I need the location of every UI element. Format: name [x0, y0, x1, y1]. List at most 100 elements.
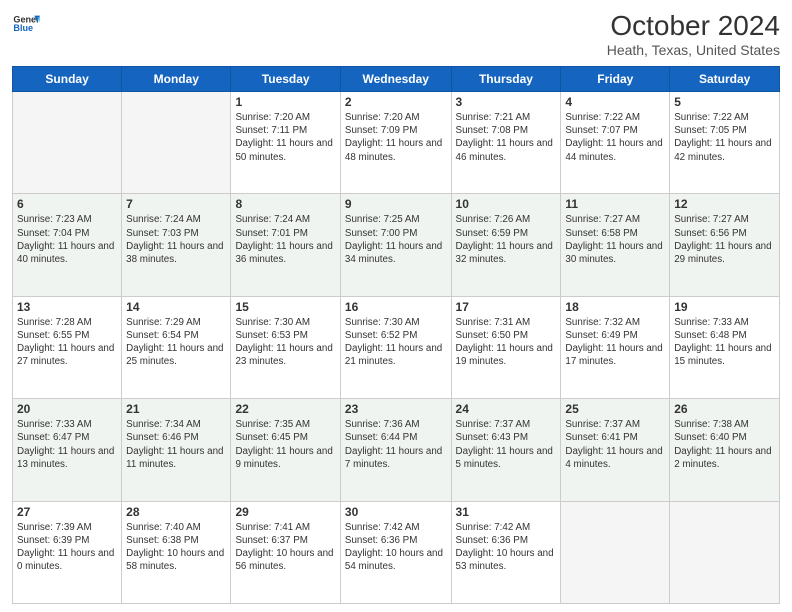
calendar-cell [122, 92, 231, 194]
day-number: 3 [456, 95, 557, 109]
day-info: Sunrise: 7:30 AMSunset: 6:52 PMDaylight:… [345, 316, 447, 369]
col-header-saturday: Saturday [670, 67, 780, 92]
calendar-cell: 10 Sunrise: 7:26 AMSunset: 6:59 PMDayligh… [451, 194, 561, 296]
day-number: 15 [235, 300, 335, 314]
day-info: Sunrise: 7:36 AMSunset: 6:44 PMDaylight:… [345, 418, 447, 471]
day-info: Sunrise: 7:41 AMSunset: 6:37 PMDaylight:… [235, 521, 335, 574]
day-info: Sunrise: 7:20 AMSunset: 7:09 PMDaylight:… [345, 111, 447, 164]
calendar-cell: 21Sunrise: 7:34 AMSunset: 6:46 PMDayligh… [122, 399, 231, 501]
day-info: Sunrise: 7:24 AMSunset: 7:01 PMDaylight:… [235, 213, 335, 266]
day-info: Sunrise: 7:37 AMSunset: 6:41 PMDaylight:… [565, 418, 665, 471]
calendar-cell: 12Sunrise: 7:27 AMSunset: 6:56 PMDayligh… [670, 194, 780, 296]
day-number: 14 [126, 300, 226, 314]
day-info: Sunrise: 7:22 AMSunset: 7:05 PMDaylight:… [674, 111, 775, 164]
calendar-cell: 6 Sunrise: 7:23 AMSunset: 7:04 PMDaylight… [13, 194, 122, 296]
calendar-cell: 23 Sunrise: 7:36 AMSunset: 6:44 PMDayligh… [340, 399, 451, 501]
calendar-cell: 22Sunrise: 7:35 AMSunset: 6:45 PMDayligh… [231, 399, 340, 501]
calendar-cell: 18Sunrise: 7:32 AMSunset: 6:49 PMDayligh… [561, 296, 670, 398]
calendar-cell: 28 Sunrise: 7:40 AMSunset: 6:38 PMDayligh… [122, 501, 231, 603]
main-title: October 2024 [607, 10, 780, 42]
calendar-cell: 14 Sunrise: 7:29 AMSunset: 6:54 PMDayligh… [122, 296, 231, 398]
title-block: October 2024 Heath, Texas, United States [607, 10, 780, 58]
day-number: 8 [235, 197, 335, 211]
week-row-3: 13 Sunrise: 7:28 AMSunset: 6:55 PMDayligh… [13, 296, 780, 398]
day-number: 25 [565, 402, 665, 416]
calendar-cell: 3Sunrise: 7:21 AMSunset: 7:08 PMDaylight… [451, 92, 561, 194]
day-number: 5 [674, 95, 775, 109]
day-number: 9 [345, 197, 447, 211]
calendar-cell: 30 Sunrise: 7:42 AMSunset: 6:36 PMDayligh… [340, 501, 451, 603]
calendar-cell: 9 Sunrise: 7:25 AMSunset: 7:00 PMDaylight… [340, 194, 451, 296]
calendar-cell: 19Sunrise: 7:33 AMSunset: 6:48 PMDayligh… [670, 296, 780, 398]
day-number: 17 [456, 300, 557, 314]
calendar-cell: 16 Sunrise: 7:30 AMSunset: 6:52 PMDayligh… [340, 296, 451, 398]
calendar-header-row: SundayMondayTuesdayWednesdayThursdayFrid… [13, 67, 780, 92]
week-row-4: 20 Sunrise: 7:33 AMSunset: 6:47 PMDayligh… [13, 399, 780, 501]
calendar-cell: 24 Sunrise: 7:37 AMSunset: 6:43 PMDayligh… [451, 399, 561, 501]
day-number: 16 [345, 300, 447, 314]
day-info: Sunrise: 7:39 AMSunset: 6:39 PMDaylight:… [17, 521, 117, 574]
day-number: 7 [126, 197, 226, 211]
calendar-cell: 7 Sunrise: 7:24 AMSunset: 7:03 PMDaylight… [122, 194, 231, 296]
day-number: 6 [17, 197, 117, 211]
day-info: Sunrise: 7:37 AMSunset: 6:43 PMDaylight:… [456, 418, 557, 471]
col-header-friday: Friday [561, 67, 670, 92]
calendar-cell: 25 Sunrise: 7:37 AMSunset: 6:41 PMDayligh… [561, 399, 670, 501]
col-header-tuesday: Tuesday [231, 67, 340, 92]
day-number: 18 [565, 300, 665, 314]
day-number: 24 [456, 402, 557, 416]
day-number: 26 [674, 402, 775, 416]
day-info: Sunrise: 7:22 AMSunset: 7:07 PMDaylight:… [565, 111, 665, 164]
day-info: Sunrise: 7:28 AMSunset: 6:55 PMDaylight:… [17, 316, 117, 369]
day-info: Sunrise: 7:40 AMSunset: 6:38 PMDaylight:… [126, 521, 226, 574]
day-number: 19 [674, 300, 775, 314]
calendar-cell: 29 Sunrise: 7:41 AMSunset: 6:37 PMDayligh… [231, 501, 340, 603]
day-number: 31 [456, 505, 557, 519]
week-row-5: 27 Sunrise: 7:39 AMSunset: 6:39 PMDayligh… [13, 501, 780, 603]
col-header-monday: Monday [122, 67, 231, 92]
day-info: Sunrise: 7:24 AMSunset: 7:03 PMDaylight:… [126, 213, 226, 266]
col-header-wednesday: Wednesday [340, 67, 451, 92]
col-header-sunday: Sunday [13, 67, 122, 92]
calendar-cell [670, 501, 780, 603]
day-info: Sunrise: 7:29 AMSunset: 6:54 PMDaylight:… [126, 316, 226, 369]
day-info: Sunrise: 7:26 AMSunset: 6:59 PMDaylight:… [456, 213, 557, 266]
calendar-cell: 27 Sunrise: 7:39 AMSunset: 6:39 PMDayligh… [13, 501, 122, 603]
calendar-cell: 13 Sunrise: 7:28 AMSunset: 6:55 PMDayligh… [13, 296, 122, 398]
page-container: General Blue October 2024 Heath, Texas, … [0, 0, 792, 612]
calendar-cell: 5 Sunrise: 7:22 AMSunset: 7:05 PMDaylight… [670, 92, 780, 194]
day-number: 20 [17, 402, 117, 416]
day-number: 27 [17, 505, 117, 519]
calendar-cell: 17 Sunrise: 7:31 AMSunset: 6:50 PMDayligh… [451, 296, 561, 398]
day-number: 21 [126, 402, 226, 416]
day-info: Sunrise: 7:23 AMSunset: 7:04 PMDaylight:… [17, 213, 117, 266]
calendar-cell: 20 Sunrise: 7:33 AMSunset: 6:47 PMDayligh… [13, 399, 122, 501]
day-number: 23 [345, 402, 447, 416]
day-info: Sunrise: 7:20 AMSunset: 7:11 PMDaylight:… [235, 111, 335, 164]
logo: General Blue [12, 10, 40, 38]
day-info: Sunrise: 7:31 AMSunset: 6:50 PMDaylight:… [456, 316, 557, 369]
day-info: Sunrise: 7:30 AMSunset: 6:53 PMDaylight:… [235, 316, 335, 369]
day-info: Sunrise: 7:33 AMSunset: 6:47 PMDaylight:… [17, 418, 117, 471]
day-number: 10 [456, 197, 557, 211]
day-number: 13 [17, 300, 117, 314]
logo-icon: General Blue [12, 10, 40, 38]
day-info: Sunrise: 7:42 AMSunset: 6:36 PMDaylight:… [345, 521, 447, 574]
calendar-table: SundayMondayTuesdayWednesdayThursdayFrid… [12, 66, 780, 604]
day-number: 1 [235, 95, 335, 109]
day-info: Sunrise: 7:35 AMSunset: 6:45 PMDaylight:… [235, 418, 335, 471]
day-info: Sunrise: 7:25 AMSunset: 7:00 PMDaylight:… [345, 213, 447, 266]
calendar-cell: 1 Sunrise: 7:20 AMSunset: 7:11 PMDaylight… [231, 92, 340, 194]
day-number: 30 [345, 505, 447, 519]
day-number: 29 [235, 505, 335, 519]
day-info: Sunrise: 7:27 AMSunset: 6:56 PMDaylight:… [674, 213, 775, 266]
calendar-cell [13, 92, 122, 194]
day-number: 28 [126, 505, 226, 519]
calendar-cell: 11 Sunrise: 7:27 AMSunset: 6:58 PMDayligh… [561, 194, 670, 296]
day-info: Sunrise: 7:27 AMSunset: 6:58 PMDaylight:… [565, 213, 665, 266]
calendar-cell: 26Sunrise: 7:38 AMSunset: 6:40 PMDayligh… [670, 399, 780, 501]
calendar-cell: 2Sunrise: 7:20 AMSunset: 7:09 PMDaylight… [340, 92, 451, 194]
day-number: 11 [565, 197, 665, 211]
col-header-thursday: Thursday [451, 67, 561, 92]
week-row-2: 6 Sunrise: 7:23 AMSunset: 7:04 PMDaylight… [13, 194, 780, 296]
